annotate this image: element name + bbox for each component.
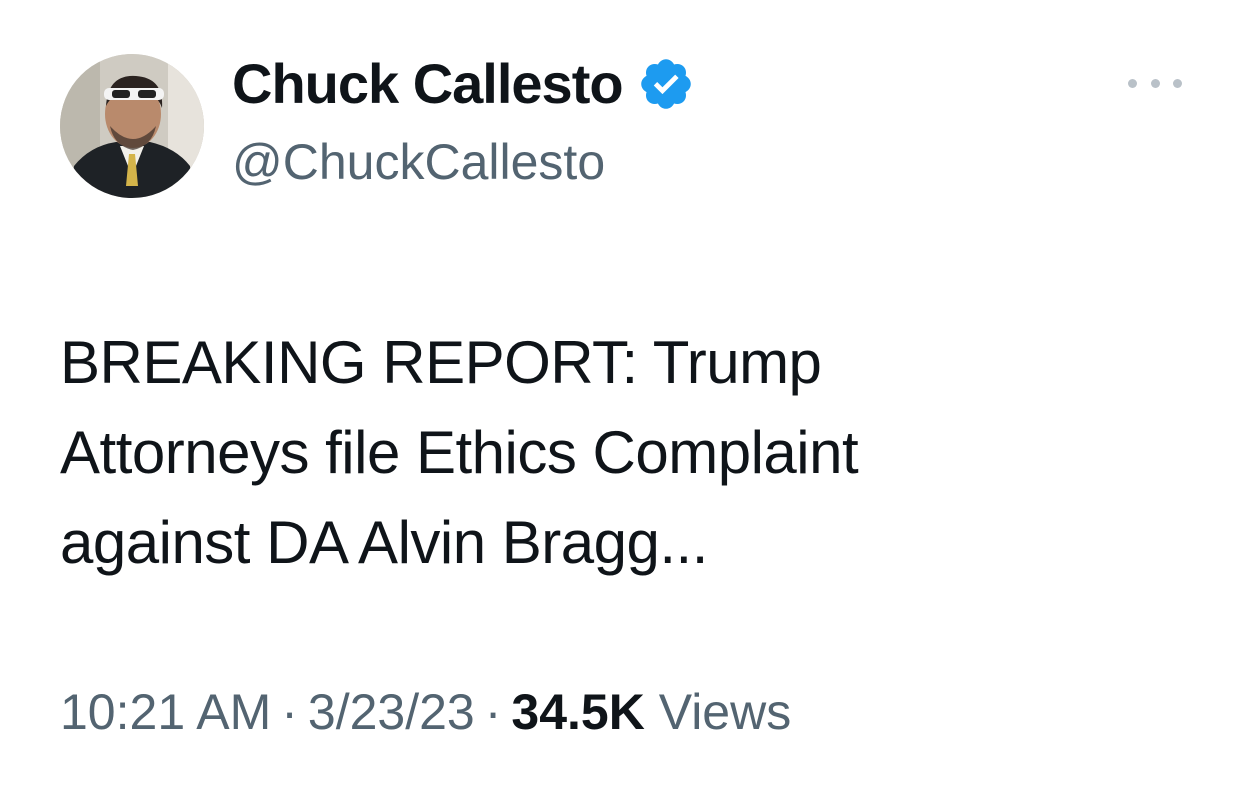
avatar[interactable]: [60, 54, 204, 198]
more-horizontal-icon-dot: [1150, 78, 1160, 88]
avatar-photo: [60, 54, 204, 198]
tweet-meta: 10:21 AM · 3/23/23 · 34.5K Views: [60, 680, 791, 744]
author-name-text[interactable]: Chuck Callesto: [232, 52, 624, 116]
tweet-text-line: Attorneys file Ethics Complaint: [60, 419, 859, 486]
tweet-date[interactable]: 3/23/23: [308, 684, 475, 740]
tweet-text-line: against DA Alvin Bragg...: [60, 509, 708, 576]
verified-badge-icon[interactable]: [637, 55, 695, 113]
author-handle[interactable]: @ChuckCallesto: [232, 132, 605, 192]
views-label[interactable]: Views: [659, 684, 791, 740]
more-horizontal-icon: [1128, 78, 1137, 88]
tweet-time[interactable]: 10:21 AM: [60, 684, 271, 740]
meta-separator: ·: [484, 684, 502, 740]
tweet-text: BREAKING REPORT: Trump Attorneys file Et…: [60, 318, 1210, 588]
meta-separator: ·: [281, 684, 298, 740]
more-horizontal-icon-dot: [1173, 78, 1182, 88]
views-count[interactable]: 34.5K: [511, 684, 644, 740]
more-options-button[interactable]: [1128, 66, 1182, 100]
tweet-card: Chuck Callesto @ChuckCallesto BREAKING R…: [0, 0, 1242, 786]
author-name[interactable]: Chuck Callesto: [232, 52, 695, 116]
tweet-text-line: BREAKING REPORT: Trump: [60, 329, 822, 396]
